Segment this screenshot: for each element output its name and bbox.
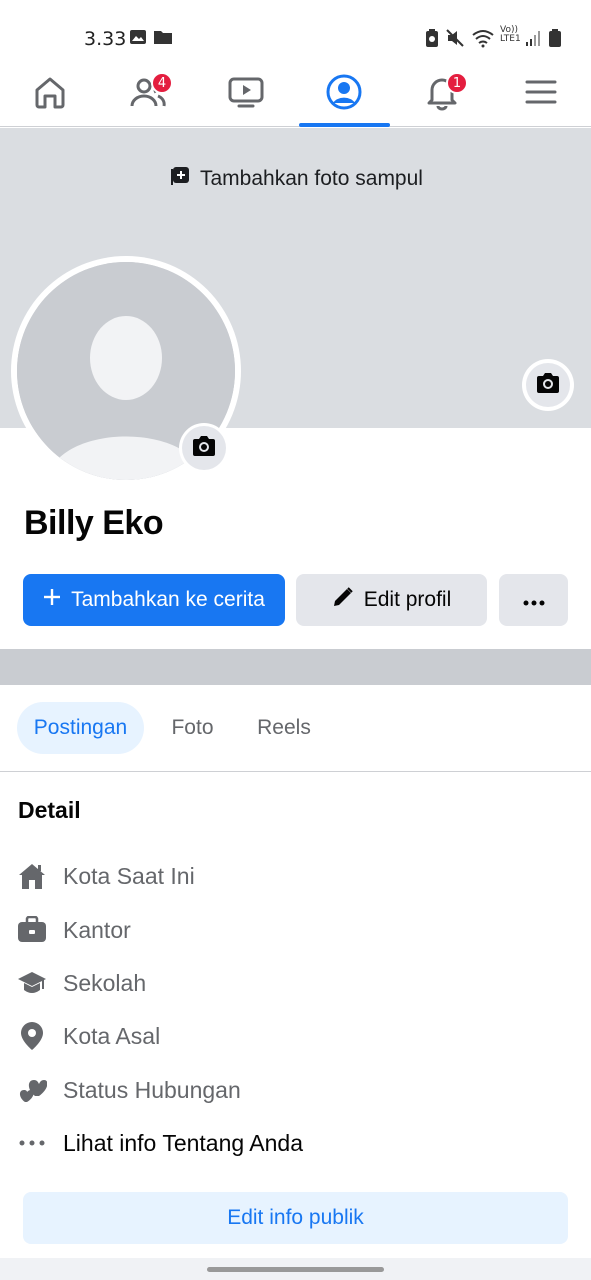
nav-active-indicator xyxy=(299,123,390,127)
more-dots-icon xyxy=(523,588,545,612)
add-to-story-label: Tambahkan ke cerita xyxy=(71,588,265,611)
detail-current-city[interactable]: Kota Saat Ini xyxy=(16,856,195,896)
tab-postingan[interactable]: Postingan xyxy=(17,702,144,754)
edit-profile-button[interactable]: Edit profil xyxy=(296,574,487,626)
battery-icon xyxy=(548,28,562,53)
edit-public-info-button[interactable]: Edit info publik xyxy=(23,1192,568,1244)
hearts-icon xyxy=(16,1074,48,1106)
detail-hometown[interactable]: Kota Asal xyxy=(16,1016,160,1056)
profile-name: Billy Eko xyxy=(24,504,164,542)
profile-picture-camera-button[interactable] xyxy=(179,423,229,473)
nav-notifications[interactable]: 1 xyxy=(397,62,487,127)
nav-friends[interactable]: 4 xyxy=(103,62,193,127)
profile-icon xyxy=(325,73,363,116)
section-divider xyxy=(0,649,591,685)
cover-camera-button[interactable] xyxy=(522,359,574,411)
gallery-notification-icon xyxy=(129,28,147,51)
location-pin-icon xyxy=(16,1020,48,1052)
battery-saver-icon xyxy=(424,28,440,53)
edit-profile-label: Edit profil xyxy=(363,588,452,611)
detail-current-city-label: Kota Saat Ini xyxy=(63,862,195,889)
more-dots-icon xyxy=(16,1127,48,1159)
menu-icon xyxy=(522,73,560,116)
nav-profile[interactable] xyxy=(299,62,389,127)
house-icon xyxy=(16,860,48,892)
tab-reels[interactable]: Reels xyxy=(243,702,325,754)
home-icon xyxy=(31,73,69,116)
top-navigation: 4 1 xyxy=(0,62,591,127)
friends-badge: 4 xyxy=(151,72,173,94)
status-time: 3.33 xyxy=(84,28,127,50)
briefcase-icon xyxy=(16,914,48,946)
detail-relationship[interactable]: Status Hubungan xyxy=(16,1070,241,1110)
mute-icon xyxy=(445,28,465,53)
detail-see-about-info[interactable]: Lihat info Tentang Anda xyxy=(16,1123,303,1163)
camera-icon xyxy=(191,435,217,462)
add-to-story-button[interactable]: Tambahkan ke cerita xyxy=(23,574,285,626)
folder-notification-icon xyxy=(153,28,173,51)
pencil-icon xyxy=(332,586,354,614)
nav-video[interactable] xyxy=(201,62,291,127)
nav-home[interactable] xyxy=(5,62,95,127)
detail-workplace[interactable]: Kantor xyxy=(16,910,131,950)
video-icon xyxy=(227,73,265,116)
plus-icon xyxy=(43,588,61,612)
detail-school-label: Sekolah xyxy=(63,969,147,996)
notifications-badge: 1 xyxy=(446,72,468,94)
detail-school[interactable]: Sekolah xyxy=(16,963,146,1003)
network-type-indicator: Vo)) LTE1 xyxy=(500,25,521,44)
signal-icon xyxy=(525,28,543,53)
status-bar: 3.33 Vo)) LTE1 xyxy=(0,0,591,62)
add-photo-icon xyxy=(170,166,190,192)
camera-icon xyxy=(535,372,561,399)
add-cover-photo-label: Tambahkan foto sampul xyxy=(200,167,423,190)
detail-workplace-label: Kantor xyxy=(63,916,131,943)
tab-foto[interactable]: Foto xyxy=(155,702,230,754)
graduation-cap-icon xyxy=(16,967,48,999)
detail-relationship-label: Status Hubungan xyxy=(63,1076,241,1103)
more-options-button[interactable] xyxy=(499,574,568,626)
wifi-icon xyxy=(471,28,495,53)
profile-tabs: Postingan Foto Reels xyxy=(0,685,591,772)
add-cover-photo-button[interactable]: Tambahkan foto sampul xyxy=(170,166,423,192)
home-gesture-bar[interactable] xyxy=(207,1267,384,1272)
details-heading: Detail xyxy=(18,797,81,823)
detail-see-about-info-label: Lihat info Tentang Anda xyxy=(63,1129,304,1156)
nav-menu[interactable] xyxy=(496,62,586,127)
detail-hometown-label: Kota Asal xyxy=(63,1022,161,1049)
